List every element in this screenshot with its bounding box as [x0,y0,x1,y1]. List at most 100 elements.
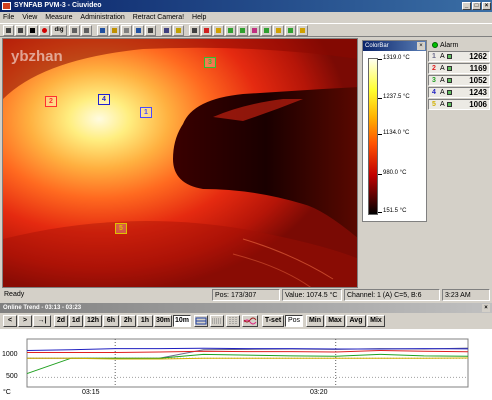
hotspot-1[interactable]: 1 [140,107,152,118]
colorbar-panel: ColorBar × 1319.0 °C 1237.5 °C 1134.0 °C… [362,40,427,222]
colorbar-tick [378,134,382,135]
trend-chart[interactable]: 1000 500 °C 03:15 03:20 [0,329,492,400]
alarm-mode: A [440,101,445,108]
range-1d-button[interactable]: 1d [69,315,83,327]
trend-end-button[interactable]: →| [33,315,51,327]
range-30m-button[interactable]: 30m [154,315,172,327]
alarm-title: Alarm [440,42,459,49]
dig-button[interactable]: dig [51,25,67,36]
colorbar-close-button[interactable]: × [417,42,425,50]
folder-icon[interactable] [213,25,224,36]
chart-icon[interactable] [249,25,260,36]
alarm-mode: A [440,77,445,84]
grid2-icon[interactable] [81,25,92,36]
range-12h-button[interactable]: 12h [84,315,102,327]
x-tick-label: 03:20 [310,389,328,396]
range-2d-button[interactable]: 2d [54,315,68,327]
move-icon[interactable] [189,25,200,36]
trend-wave-icon[interactable] [242,315,258,327]
alarm-header: Alarm [428,40,490,51]
thermal-image-view[interactable]: ybzhan 1 2 3 4 5 [2,38,358,288]
status-time: 3:23 AM [442,289,490,301]
hotspot-5[interactable]: 5 [115,223,127,234]
y-tick-label: 1000 [2,351,18,358]
folder2-icon[interactable] [273,25,284,36]
trend-grid-icon[interactable] [210,315,224,327]
range-6h-button[interactable]: 6h [103,315,119,327]
lock-icon[interactable] [109,25,120,36]
trend-next-button[interactable]: > [18,315,32,327]
export-icon[interactable] [261,25,272,36]
x-tick-label: 03:15 [82,389,100,396]
trend-title: Online Trend - 03:13 - 03:23 [3,305,82,311]
grid-icon[interactable] [69,25,80,36]
hotspot-2[interactable]: 2 [45,96,57,107]
record-icon[interactable] [39,25,50,36]
menu-measure[interactable]: Measure [42,12,75,23]
menu-file[interactable]: File [0,12,17,23]
range-10m-button[interactable]: 10m [173,315,191,327]
colorbar-tick [378,212,382,213]
close-button[interactable]: × [482,2,491,10]
toolbar: dig [0,23,492,37]
stat-avg-button[interactable]: Avg [346,315,366,327]
colorbar-tick [378,59,382,60]
cross-icon[interactable] [201,25,212,36]
maximize-button[interactable]: □ [472,2,481,10]
stat-mix-button[interactable]: Mix [367,315,385,327]
alarm-row-2[interactable]: 2 A 1169 [428,63,490,74]
stop-icon[interactable] [27,25,38,36]
save2-icon[interactable] [133,25,144,36]
export2-icon[interactable] [285,25,296,36]
alarm-mode: A [440,53,445,60]
colorbar-label: 1237.5 °C [383,94,410,100]
folder-open-icon[interactable] [225,25,236,36]
folder3-icon[interactable] [297,25,308,36]
tset-button[interactable]: T-set [262,315,284,327]
menu-retract-camera[interactable]: Retract Camera! [130,12,187,23]
menu-help[interactable]: Help [189,12,209,23]
colorbar-tick [378,174,382,175]
stat-max-button[interactable]: Max [325,315,345,327]
alarm-channel-number: 5 [432,101,436,108]
unit-label: °C [3,389,11,396]
colorbar-label: 1134.0 °C [383,130,410,136]
arrow-icon[interactable] [3,25,14,36]
y-tick-label: 500 [6,373,18,380]
range-2h-button[interactable]: 2h [120,315,136,327]
pos-toggle[interactable]: Pos [285,315,303,327]
range-1h-button[interactable]: 1h [137,315,153,327]
alarm-row-3[interactable]: 3 A 1052 [428,75,490,86]
open-icon[interactable] [121,25,132,36]
status-position: Pos: 173/307 [212,289,280,301]
alarm-value: 1169 [469,64,487,73]
monitor-icon[interactable] [161,25,172,36]
snapshot-icon[interactable] [145,25,156,36]
alarm-channel-number: 2 [432,65,436,72]
colorbar-gradient [368,58,378,215]
minimize-button[interactable]: _ [462,2,471,10]
hotspot-4[interactable]: 4 [98,94,110,105]
trend-prev-button[interactable]: < [3,315,17,327]
alarm-value: 1262 [469,52,487,61]
save3-icon[interactable] [237,25,248,36]
colorbar-label: 980.0 °C [383,170,407,176]
alarm-row-5[interactable]: 5 A 1006 [428,99,490,110]
menu-administration[interactable]: Administration [77,12,127,23]
menu-bar: File View Measure Administration Retract… [0,12,492,23]
stat-min-button[interactable]: Min [306,315,324,327]
alarm-channel-number: 4 [432,89,436,96]
play-icon[interactable] [15,25,26,36]
help-icon[interactable] [173,25,184,36]
save-icon[interactable] [97,25,108,36]
alarm-row-1[interactable]: 1 A 1262 [428,51,490,62]
trend-view-icon[interactable] [194,315,208,327]
status-channel: Channel: 1 (A) C=5, B:6 [344,289,440,301]
trend-grid2-icon[interactable] [226,315,240,327]
trend-titlebar: Online Trend - 03:13 - 03:23 × [0,303,492,313]
alarm-row-4[interactable]: 4 A 1243 [428,87,490,98]
menu-view[interactable]: View [19,12,40,23]
status-value: Value: 1074.5 °C [282,289,342,301]
trend-close-button[interactable]: × [482,304,490,312]
hotspot-3[interactable]: 3 [204,57,216,68]
